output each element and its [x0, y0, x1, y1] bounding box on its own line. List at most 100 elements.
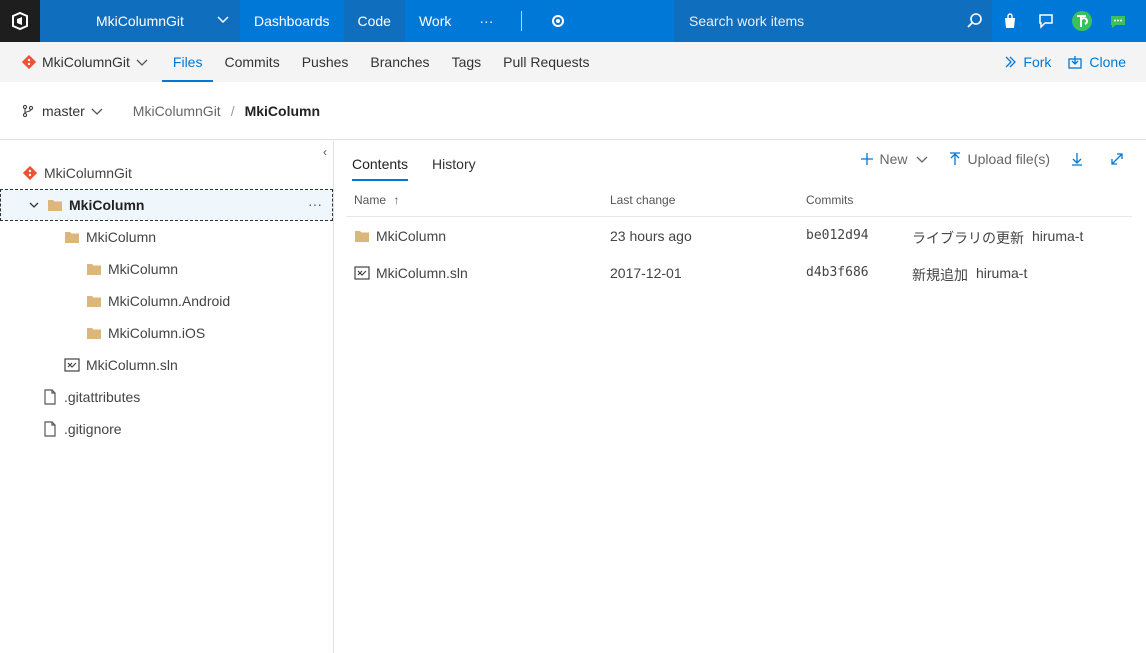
tab-tags[interactable]: Tags — [441, 42, 493, 82]
tree-node-selected-folder[interactable]: MkiColumn ··· — [0, 189, 333, 221]
folder-icon — [86, 293, 102, 309]
tab-pushes[interactable]: Pushes — [291, 42, 360, 82]
nav-dashboards[interactable]: Dashboards — [240, 0, 344, 42]
tree-node-file[interactable]: .gitattributes — [0, 381, 333, 413]
tree-node-folder[interactable]: MkiColumn — [0, 253, 333, 285]
folder-icon — [355, 231, 369, 242]
branch-icon — [22, 104, 34, 117]
tree-node-label: MkiColumn.iOS — [108, 325, 206, 341]
file-icon — [42, 389, 58, 405]
branch-picker[interactable]: master — [22, 103, 103, 119]
table-row[interactable]: MkiColumn 23 hours ago be012d94 ライブラリの更新… — [346, 219, 1132, 255]
column-header-label: Name — [354, 193, 387, 207]
table-header: Name ↑ Last change Commits — [346, 185, 1132, 217]
breadcrumb-bar: master MkiColumnGit / MkiColumn — [0, 82, 1146, 140]
project-name: MkiColumnGit — [96, 13, 184, 29]
table-row[interactable]: MkiColumn.sln 2017-12-01 d4b3f686 新規追加 h… — [346, 256, 1132, 292]
tab-pull-requests[interactable]: Pull Requests — [492, 42, 600, 82]
fork-icon — [1005, 56, 1017, 68]
tree-node-label: MkiColumn — [86, 229, 157, 245]
marketplace-bag-icon[interactable] — [992, 0, 1028, 42]
folder-icon — [47, 197, 63, 213]
nav-divider — [521, 11, 523, 31]
tab-contents[interactable]: Contents — [352, 147, 409, 181]
tree-node-repo-root[interactable]: MkiColumnGit — [0, 157, 333, 189]
chevron-down-icon — [136, 59, 148, 66]
upload-label: Upload file(s) — [967, 151, 1050, 167]
tree-node-folder[interactable]: MkiColumn — [0, 221, 333, 253]
tree-node-file[interactable]: MkiColumn.sln — [0, 349, 333, 381]
repository-picker[interactable]: MkiColumnGit — [0, 42, 148, 82]
column-header-name[interactable]: Name ↑ — [354, 193, 399, 207]
tree-node-folder[interactable]: MkiColumn.Android — [0, 285, 333, 317]
chevron-down-icon — [916, 156, 927, 163]
folder-icon — [86, 325, 102, 341]
nav-more-button[interactable]: ··· — [465, 0, 507, 42]
user-avatar[interactable] — [1064, 0, 1100, 42]
top-navigation-bar: MkiColumnGit Dashboards Code Work ··· Se… — [0, 0, 1146, 42]
chevron-down-icon — [217, 16, 229, 24]
column-header-commits[interactable]: Commits — [806, 193, 853, 207]
vsts-logo-icon[interactable] — [0, 0, 40, 42]
row-name[interactable]: MkiColumn — [376, 228, 446, 244]
solution-file-icon — [354, 266, 370, 280]
nav-code[interactable]: Code — [343, 0, 405, 42]
row-commit-message: 新規追加 — [912, 267, 968, 283]
tab-files[interactable]: Files — [161, 42, 214, 82]
project-picker[interactable]: MkiColumnGit — [40, 0, 240, 42]
fullscreen-icon[interactable] — [1110, 152, 1130, 166]
sort-arrow-up-icon: ↑ — [393, 193, 400, 207]
search-icon[interactable] — [966, 12, 984, 30]
tree-node-label: MkiColumn.Android — [108, 293, 231, 309]
row-last-change: 2017-12-01 — [610, 265, 682, 281]
chevron-down-icon[interactable] — [29, 200, 39, 210]
upload-files-button[interactable]: Upload file(s) — [948, 151, 1050, 167]
folder-icon — [64, 229, 80, 245]
tab-history[interactable]: History — [432, 147, 476, 181]
tree-node-folder[interactable]: MkiColumn.iOS — [0, 317, 333, 349]
tab-commits[interactable]: Commits — [213, 42, 290, 82]
search-work-items-input[interactable]: Search work items — [674, 0, 992, 42]
row-commit-message: ライブラリの更新 — [912, 230, 1024, 246]
tree-node-file[interactable]: .gitignore — [0, 413, 333, 445]
new-label: New — [879, 151, 908, 167]
fork-button[interactable]: Fork — [1001, 54, 1051, 70]
code-hub-bar: MkiColumnGit Files Commits Pushes Branch… — [0, 42, 1146, 82]
contents-pane: Contents History New Upload file(s) Name… — [334, 141, 1146, 653]
breadcrumb-current: MkiColumn — [244, 102, 321, 119]
clone-button[interactable]: Clone — [1067, 54, 1126, 70]
solution-file-icon — [64, 357, 80, 373]
download-icon[interactable] — [1070, 152, 1090, 166]
fork-label: Fork — [1023, 54, 1052, 70]
file-icon — [42, 421, 58, 437]
upload-icon — [949, 152, 960, 165]
breadcrumb: MkiColumnGit / MkiColumn — [133, 103, 320, 119]
search-placeholder: Search work items — [689, 13, 805, 29]
settings-gear-icon[interactable] — [536, 0, 580, 42]
plus-icon — [860, 153, 873, 165]
tab-branches[interactable]: Branches — [359, 42, 440, 82]
row-name[interactable]: MkiColumn.sln — [376, 265, 468, 281]
git-repo-icon — [22, 55, 36, 69]
folder-icon — [86, 261, 102, 277]
git-repo-icon — [22, 165, 38, 181]
breadcrumb-root-link[interactable]: MkiColumnGit — [133, 103, 221, 119]
more-options-button[interactable]: ··· — [308, 196, 322, 212]
row-commit-id[interactable]: d4b3f686 — [806, 265, 869, 280]
tree-node-label: .gitignore — [64, 421, 122, 437]
repository-name: MkiColumnGit — [42, 54, 130, 70]
clone-label: Clone — [1089, 54, 1126, 70]
nav-work[interactable]: Work — [405, 0, 465, 42]
new-button[interactable]: New — [860, 151, 934, 167]
row-commit-author: hiruma-t — [1032, 228, 1084, 244]
row-last-change: 23 hours ago — [610, 228, 692, 244]
tree-node-label: MkiColumn — [108, 261, 179, 277]
chat-icon[interactable] — [1100, 0, 1136, 42]
row-commit-author: hiruma-t — [976, 265, 1028, 281]
feedback-icon[interactable] — [1028, 0, 1064, 42]
row-commit-id[interactable]: be012d94 — [806, 228, 869, 243]
tree-node-label: MkiColumnGit — [44, 165, 132, 181]
tree-node-label: MkiColumn — [69, 197, 145, 213]
chevron-down-icon — [91, 108, 103, 115]
column-header-last-change[interactable]: Last change — [610, 193, 675, 207]
